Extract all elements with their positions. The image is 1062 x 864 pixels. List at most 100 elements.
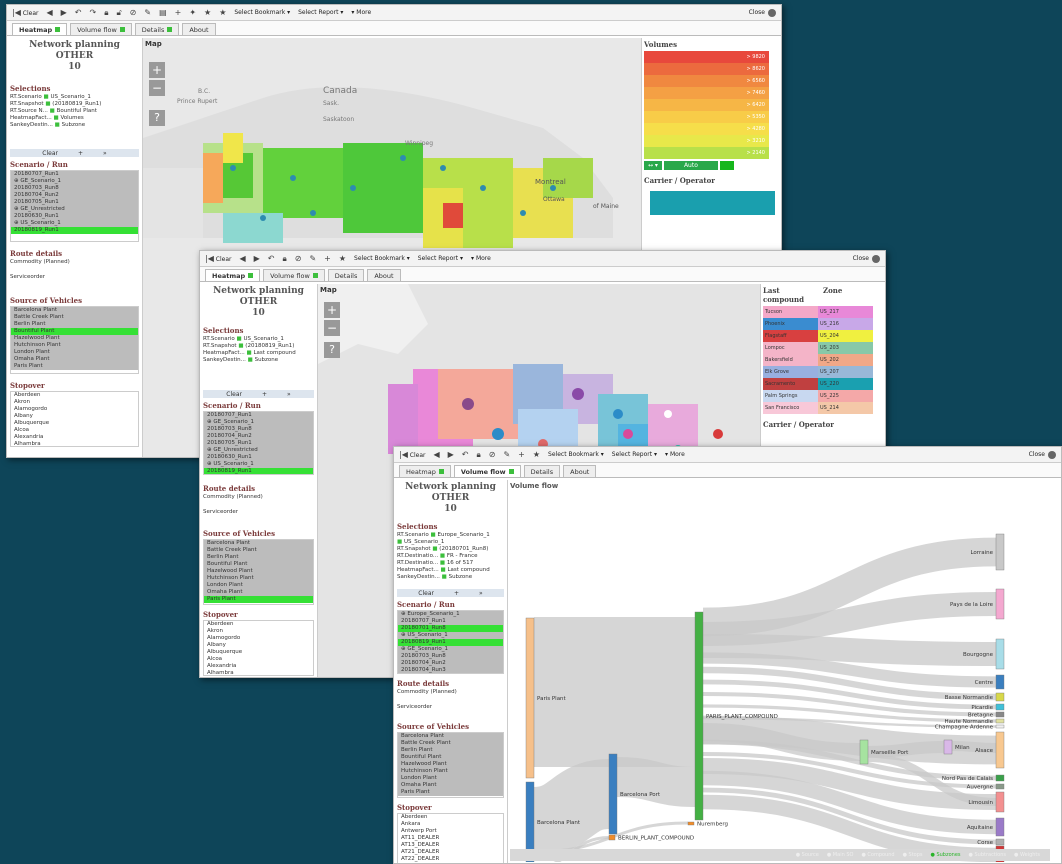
selection-row[interactable]: SankeyDestin... ■ Subzone: [200, 357, 317, 364]
sankey-node[interactable]: [694, 611, 704, 821]
list-item[interactable]: London Plant: [398, 775, 503, 782]
clear-toolbar-button[interactable]: |◀ Clear: [12, 8, 38, 17]
tab-heatmap[interactable]: Heatmap: [12, 23, 68, 35]
selection-row[interactable]: RT.Destinatio... ■ FR - France: [394, 553, 507, 560]
list-item[interactable]: 20180704_Run2: [204, 433, 313, 440]
list-item[interactable]: Albuquerque: [204, 649, 313, 656]
selection-row[interactable]: RT.Scenario ■ US_Scenario_1: [7, 94, 142, 101]
sankey-link[interactable]: [702, 634, 997, 666]
tab-volume-flow[interactable]: Volume flow: [453, 465, 521, 477]
selection-row[interactable]: HeatmapFact... ■ Last compound: [394, 567, 507, 574]
selection-row[interactable]: RT.Snapshot ■ (20180701_Run8): [394, 546, 507, 553]
sankey-node[interactable]: [995, 674, 1005, 690]
sankey-node[interactable]: [995, 817, 1005, 837]
list-item[interactable]: Hutchinson Plant: [398, 768, 503, 775]
edit-icon[interactable]: ✎: [309, 254, 316, 263]
list-item[interactable]: Aberdeen: [398, 814, 503, 821]
forward-icon[interactable]: ▶: [61, 8, 67, 17]
sankey-legend-item[interactable]: ● Weights: [1014, 852, 1040, 858]
sankey-node[interactable]: [995, 783, 1005, 790]
list-item[interactable]: Hazelwood Plant: [398, 761, 503, 768]
edit-icon[interactable]: ✎: [144, 8, 151, 17]
select-report-dropdown[interactable]: Select Report ▾: [298, 9, 343, 16]
list-item[interactable]: London Plant: [204, 582, 313, 589]
sankey-legend-item[interactable]: ● Subzones: [931, 852, 961, 858]
list-item[interactable]: Albuquerque: [11, 420, 138, 427]
selection-row[interactable]: RT.Scenario ■ Europe_Scenario_1: [394, 532, 507, 539]
list-item[interactable]: Hutchinson Plant: [204, 575, 313, 582]
sankey-node[interactable]: [943, 739, 953, 755]
list-item[interactable]: AT11_DEALER: [398, 835, 503, 842]
list-item[interactable]: AT21_DEALER: [398, 849, 503, 856]
list-item[interactable]: ⊕ Europe_Scenario_1: [398, 611, 503, 618]
help-icon[interactable]: ?: [324, 342, 340, 358]
list-item[interactable]: 20180707_Run1: [204, 412, 313, 419]
sankey-node[interactable]: [995, 533, 1005, 571]
add-icon[interactable]: +: [175, 8, 182, 17]
list-item[interactable]: Aberdeen: [204, 621, 313, 628]
selection-row[interactable]: ■ US_Scenario_1: [394, 539, 507, 546]
clear-all-icon[interactable]: ⊘: [295, 254, 302, 263]
forward-icon[interactable]: ▶: [254, 254, 260, 263]
list-item[interactable]: Albany: [11, 413, 138, 420]
stopover-list[interactable]: Aberdeen Akron Alamogordo Albany Albuquerque…: [203, 620, 314, 676]
list-item[interactable]: Bountiful Plant: [204, 561, 313, 568]
selection-row[interactable]: RT.Destinatio... ■ 16 of 517: [394, 560, 507, 567]
list-item[interactable]: Alexandria: [204, 663, 313, 670]
clear-all-icon[interactable]: ⊘: [130, 8, 137, 17]
serviceorder-field[interactable]: Serviceorder: [394, 704, 507, 711]
compound-row[interactable]: Elk Grove US_207: [763, 366, 873, 378]
vehicle-source-list[interactable]: Barcelona Plant Battle Creek Plant Berlin …: [10, 306, 139, 374]
tab-heatmap[interactable]: Heatmap: [205, 269, 261, 281]
list-item[interactable]: 20180705_Run1: [204, 440, 313, 447]
lock-icon[interactable]: 🔒︎: [477, 450, 481, 460]
list-item[interactable]: Omaha Plant: [11, 356, 138, 363]
list-item[interactable]: Alamogordo: [11, 406, 138, 413]
list-item[interactable]: Battle Creek Plant: [11, 314, 138, 321]
sankey-node[interactable]: [995, 791, 1005, 813]
vehicle-source-list[interactable]: Barcelona Plant Battle Creek Plant Berlin …: [203, 539, 314, 605]
tab-volume-flow[interactable]: Volume flow: [263, 269, 325, 281]
clear-selections-button[interactable]: Clear +»: [10, 149, 139, 157]
sankey-node[interactable]: [995, 692, 1005, 702]
close-button[interactable]: Close: [1029, 450, 1056, 459]
list-item[interactable]: Akron: [11, 399, 138, 406]
sankey-node[interactable]: [995, 588, 1005, 620]
list-item[interactable]: 20180819_Run1: [398, 639, 503, 646]
list-item[interactable]: Barcelona Plant: [398, 733, 503, 740]
more-menu[interactable]: ▾ More: [665, 451, 685, 458]
list-item[interactable]: Alcoa: [204, 656, 313, 663]
more-menu[interactable]: ▾ More: [471, 255, 491, 262]
sankey-node[interactable]: [995, 838, 1005, 846]
list-item[interactable]: Alcoa: [11, 427, 138, 434]
list-item[interactable]: ⊕ US_Scenario_1: [398, 632, 503, 639]
list-item[interactable]: Aberdeen: [11, 392, 138, 399]
selection-row[interactable]: SankeyDestin... ■ Subzone: [394, 574, 507, 581]
scenario-list[interactable]: 20180707_Run1 ⊕ GE_Scenario_1 20180703_Run…: [203, 411, 314, 475]
sankey-node[interactable]: [995, 724, 1005, 729]
list-item[interactable]: 20180630_Run1: [11, 213, 138, 220]
list-item[interactable]: AT22_DEALER: [398, 856, 503, 863]
list-item[interactable]: ⊕ GE_Scenario_1: [398, 646, 503, 653]
close-button[interactable]: Close: [749, 8, 776, 17]
selection-row[interactable]: RT.Snapshot ■ (20180819_Run1): [200, 343, 317, 350]
compound-row[interactable]: Sacramento US_220: [763, 378, 873, 390]
commodity-field[interactable]: Commodity (Planned): [200, 494, 317, 501]
list-item[interactable]: Hazelwood Plant: [11, 335, 138, 342]
list-item[interactable]: Alamogordo: [204, 635, 313, 642]
unlock-icon[interactable]: 🔓︎: [116, 8, 121, 18]
legend-swatch-button[interactable]: [719, 161, 734, 170]
sankey-chart[interactable]: Paris PlantBarcelona PlantBerlin PlantBa…: [508, 492, 1062, 862]
list-item[interactable]: 20180701_Run8: [398, 625, 503, 632]
sankey-link[interactable]: [616, 757, 696, 807]
list-item[interactable]: Omaha Plant: [204, 589, 313, 596]
list-item[interactable]: ⊕ GE_Unrestricted: [204, 447, 313, 454]
zoom-in-button[interactable]: +: [324, 302, 340, 318]
list-item[interactable]: 20180707_Run1: [398, 618, 503, 625]
selection-row[interactable]: RT.Source N... ■ Bountiful Plant: [7, 108, 142, 115]
list-item[interactable]: Paris Plant: [398, 789, 503, 796]
tab-about[interactable]: About: [182, 23, 216, 35]
list-item[interactable]: 20180703_Run8: [11, 185, 138, 192]
edit-icon[interactable]: ✎: [503, 450, 510, 459]
serviceorder-field[interactable]: Serviceorder: [7, 274, 142, 281]
